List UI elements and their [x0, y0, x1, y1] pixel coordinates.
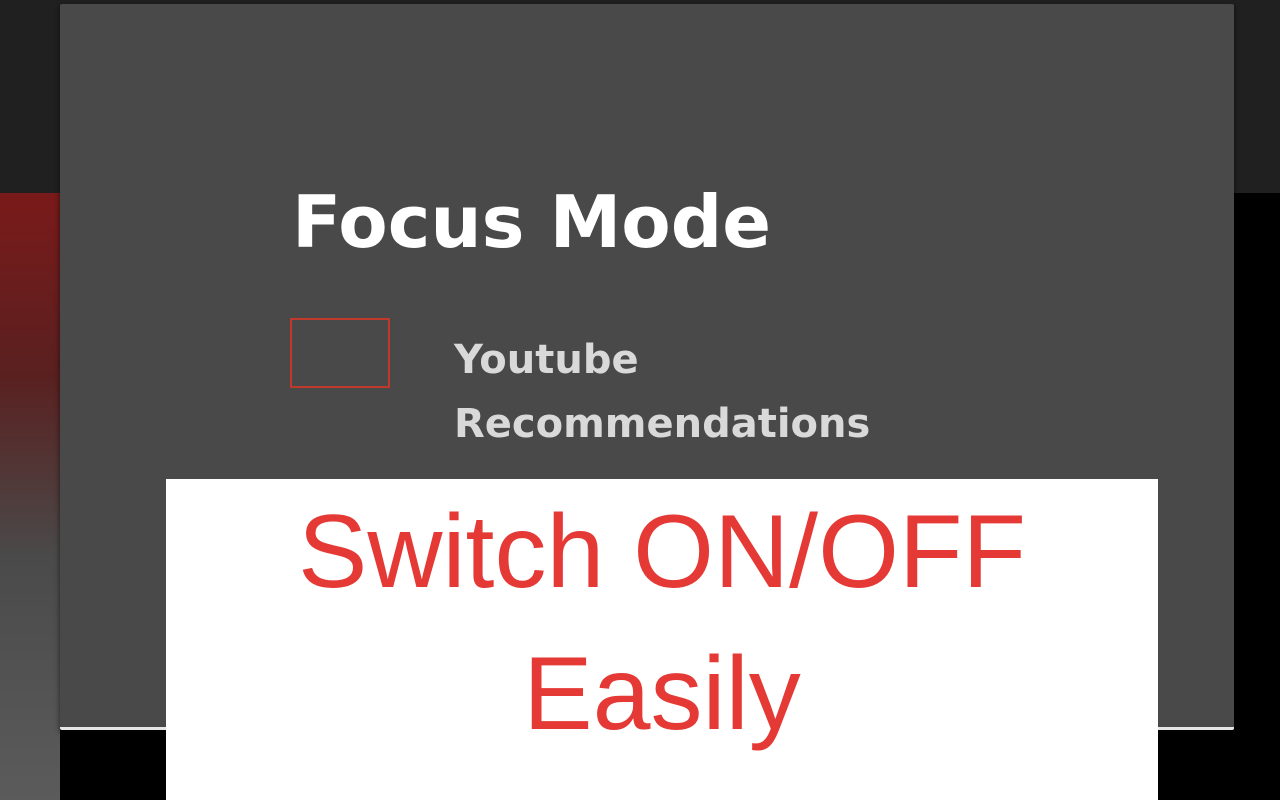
- popup-title: Focus Mode: [292, 180, 772, 264]
- promo-headline-line1: Switch ON/OFF: [297, 494, 1027, 610]
- promo-headline-line2: Easily: [523, 636, 801, 752]
- background-page-video-thumbnail: [0, 193, 60, 800]
- option-label-line2: Recommendations: [454, 401, 871, 447]
- promo-banner: Switch ON/OFF Easily: [166, 479, 1158, 800]
- youtube-recommendations-checkbox[interactable]: [290, 318, 390, 388]
- option-label[interactable]: Youtube Recommendations: [454, 328, 1054, 456]
- screenshot-stage: Focus Mode Youtube Recommendations Switc…: [0, 0, 1280, 800]
- option-label-line1: Youtube: [454, 337, 639, 383]
- youtube-recommendations-option[interactable]: Youtube Recommendations: [290, 318, 1050, 448]
- background-page-dark-area: [1230, 193, 1280, 800]
